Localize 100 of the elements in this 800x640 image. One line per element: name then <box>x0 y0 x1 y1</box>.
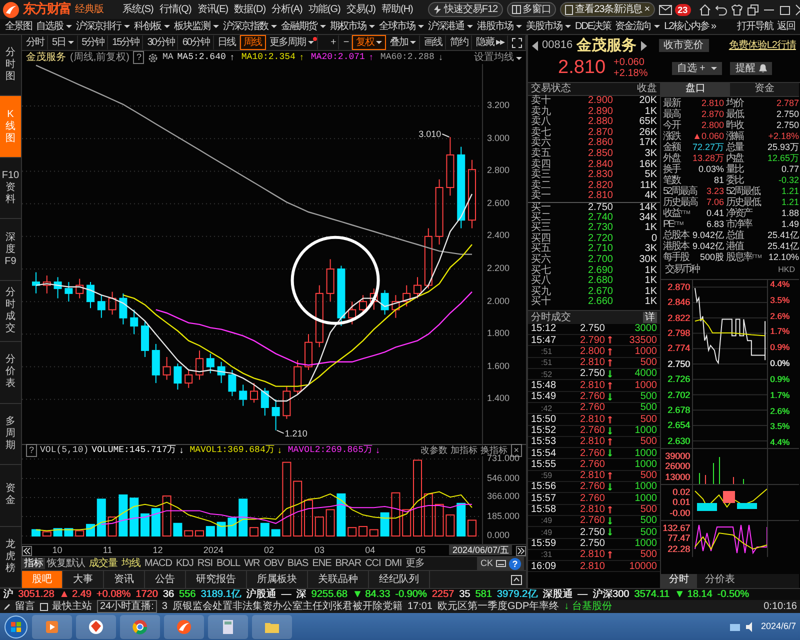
previous-stock-icon[interactable] <box>532 40 538 51</box>
news-headline[interactable]: 原银监会处置非法集资办公室主任刘张君被开除党籍 <box>172 600 402 612</box>
nav-item[interactable]: 科创板 <box>132 20 172 32</box>
indicator-tab[interactable]: 恢复默认 <box>45 558 87 570</box>
scroll-right-icon[interactable] <box>516 546 526 556</box>
server-button[interactable]: 最快主站 <box>40 600 92 612</box>
indicator-tab[interactable]: 成交量 <box>87 558 120 570</box>
sidebar-tab[interactable]: 多周期 <box>0 404 21 466</box>
period-tab[interactable]: 更多周期 <box>266 35 318 50</box>
indicator-tab[interactable]: ENE <box>310 558 334 570</box>
indicator-action[interactable]: 换指标 <box>480 445 508 456</box>
news-headline[interactable]: 欧元区第一季度GDP年率终 <box>438 600 560 612</box>
detail-button[interactable]: 详 <box>643 312 657 324</box>
browser-icon[interactable] <box>131 618 149 636</box>
toolbar-button[interactable]: 隐藏 ▸▸ <box>472 35 508 50</box>
nav-item[interactable]: 全球市场 <box>377 20 426 32</box>
menu-item[interactable]: 分析(A) <box>268 4 306 16</box>
menu-item[interactable]: 数据(D) <box>231 4 269 16</box>
indicator-tab[interactable]: BOLL <box>214 558 242 570</box>
toolbar-button[interactable]: 简约 <box>446 35 472 50</box>
menu-item[interactable]: 系统(S) <box>120 4 156 16</box>
sidebar-tab[interactable]: 资金 <box>0 465 21 526</box>
menu-item[interactable]: 资讯(E) <box>194 4 232 16</box>
help-button[interactable]: ? <box>509 558 521 570</box>
help-button[interactable]: ? <box>133 51 144 64</box>
toolbar-button[interactable]: 画线 <box>420 35 446 50</box>
nav-item[interactable]: 全景图 <box>3 20 34 32</box>
nav-item[interactable]: 沪深京指数 <box>221 20 279 32</box>
shirt-icon[interactable] <box>730 4 743 16</box>
indicator-tab[interactable]: 指标 <box>22 558 45 570</box>
maximize-icon[interactable] <box>778 4 791 16</box>
help-button[interactable]: ? <box>26 444 38 457</box>
panel-tab[interactable]: 资金 <box>730 83 799 96</box>
settings-icon[interactable] <box>148 52 158 62</box>
indicator-tab[interactable]: MACD <box>142 558 174 570</box>
nav-item[interactable]: 期权市场 <box>328 20 377 32</box>
nav-item[interactable]: 金融期货 <box>279 20 328 32</box>
home-icon[interactable] <box>698 4 711 16</box>
indicator-tab[interactable]: BRAR <box>333 558 364 570</box>
menu-item[interactable]: 交易(J) <box>343 4 378 16</box>
menu-item[interactable]: 行情(Q) <box>156 4 194 16</box>
indicator-action[interactable]: 加指标 <box>450 445 478 456</box>
indicator-tab[interactable]: BIAS <box>285 558 310 570</box>
chart-tab[interactable]: 分价表 <box>697 574 743 588</box>
nav-item[interactable]: 沪深京排行 <box>74 20 132 32</box>
indicator-tab[interactable]: KDJ <box>174 558 196 570</box>
panel-tab[interactable]: 盘口 <box>661 83 730 96</box>
indicator-tab[interactable]: RSI <box>195 558 215 570</box>
chart-tab[interactable]: 分时 <box>661 574 697 588</box>
sidebar-tab[interactable]: 分价表 <box>0 342 21 404</box>
sidebar-tab[interactable]: 深度F9 <box>0 219 21 281</box>
auction-button[interactable]: 收市竞价 <box>658 38 709 52</box>
period-tab[interactable]: 15分钟 <box>108 35 144 50</box>
indicator-tab[interactable]: CCI <box>363 558 383 570</box>
ck-button[interactable]: CK <box>480 558 493 569</box>
indicator-tab[interactable]: 均线 <box>120 558 142 570</box>
toolbar-button[interactable]: 复权 <box>352 35 386 50</box>
nav-item[interactable]: 返回 <box>775 20 797 32</box>
indicator-tab[interactable]: 更多 <box>404 558 427 570</box>
period-tab[interactable]: 60分钟 <box>178 35 214 50</box>
keyboard-icon[interactable] <box>496 560 506 567</box>
undo-icon[interactable] <box>714 4 727 16</box>
sidebar-tab[interactable]: 分时成交 <box>0 280 21 342</box>
nav-item[interactable]: 自选股 <box>34 20 74 32</box>
toolbar-button[interactable]: + <box>326 35 340 50</box>
scroll-left-icon[interactable] <box>22 546 32 556</box>
watchlist-button[interactable]: 自选 + <box>672 62 722 75</box>
nav-item[interactable]: 沪深港通 <box>426 20 475 32</box>
toolbar-button[interactable]: 叠加 <box>386 35 420 50</box>
ma-settings-dropdown[interactable]: 设置均线 <box>474 52 522 64</box>
nav-item[interactable]: 港股市场 <box>475 20 524 32</box>
indicator-tab[interactable]: DMI <box>382 558 404 570</box>
sidebar-tab[interactable]: F10资料 <box>0 158 21 220</box>
nav-item[interactable]: 板块监测 <box>172 20 221 32</box>
close-button[interactable]: × <box>644 4 650 16</box>
menu-item[interactable]: 功能(G) <box>305 4 344 16</box>
nav-item[interactable]: 打开导航 <box>735 20 775 32</box>
alert-button[interactable]: 提醒 <box>730 62 772 75</box>
nav-item[interactable]: L2核心内参 » <box>662 20 718 32</box>
quick-trade-button[interactable]: 快速交易F12 <box>428 2 503 17</box>
next-stock-icon[interactable] <box>640 40 647 51</box>
expand-icon[interactable] <box>511 574 522 584</box>
restore-icon[interactable] <box>746 4 759 16</box>
period-tab[interactable]: 30分钟 <box>143 35 178 50</box>
menu-item[interactable]: 帮助(H) <box>378 4 416 16</box>
message-link[interactable]: 查看23条新消息 <box>575 4 642 16</box>
start-button-icon[interactable] <box>4 614 28 638</box>
period-tab[interactable]: 5日 <box>48 35 78 50</box>
fullscreen-icon[interactable] <box>512 38 522 48</box>
period-tab[interactable]: 5分钟 <box>78 35 108 50</box>
indicator-tab[interactable]: OBV <box>262 558 286 570</box>
multi-window-button[interactable]: 多窗口 <box>506 2 556 17</box>
period-tab[interactable]: 分时 <box>22 35 48 50</box>
nav-item[interactable]: 美股市场 <box>524 20 573 32</box>
nav-item[interactable]: 资金流向 <box>613 20 662 32</box>
nav-item[interactable]: DDE决策 <box>573 20 614 32</box>
period-tab[interactable]: 周线 <box>240 35 266 50</box>
mail-icon[interactable] <box>658 4 672 14</box>
stock-alert[interactable]: ↓ 台基股份 <box>564 600 612 612</box>
trading-app-icon[interactable] <box>175 618 193 636</box>
